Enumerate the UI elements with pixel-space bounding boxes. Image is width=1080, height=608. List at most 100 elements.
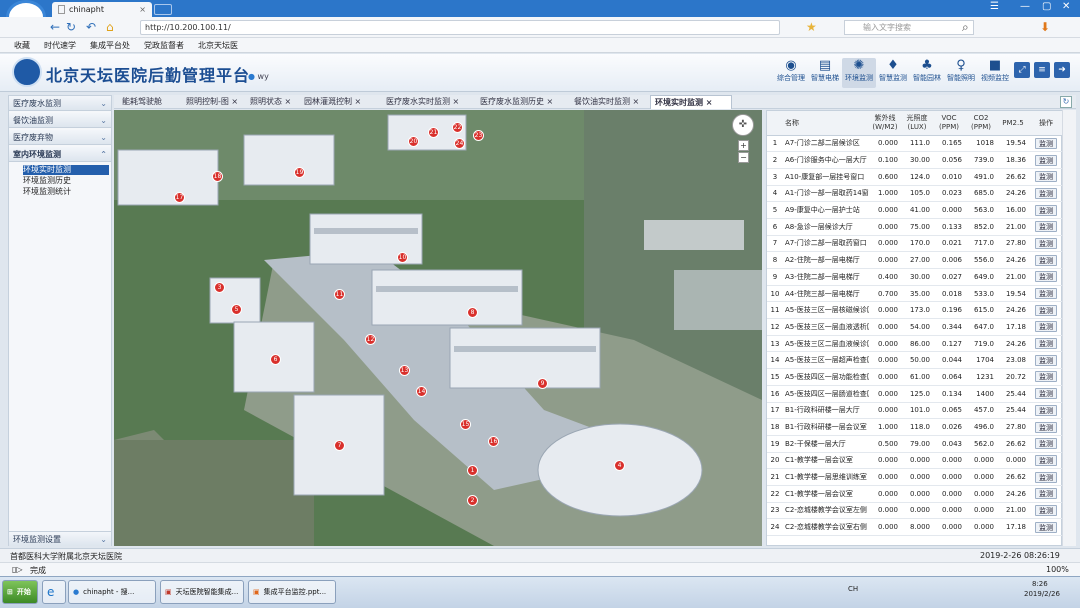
- zoom-level[interactable]: 100%: [1046, 565, 1069, 574]
- sidebar-group-wastewater[interactable]: 医疗废水监测 ⌄: [9, 96, 111, 111]
- table-row[interactable]: 11 A5-医技三区一层核磁候诊区 0.000 173.0 0.196 615.0 24.2…: [767, 301, 1063, 320]
- monitor-button[interactable]: 监测: [1035, 338, 1057, 350]
- table-scrollbar[interactable]: [1062, 110, 1076, 546]
- campus-map[interactable]: ✜ + − 1 2 3 4 5 6 7 8 9 10 11 12 13 14 1…: [114, 110, 762, 546]
- map-marker[interactable]: 11: [334, 289, 345, 300]
- ie-taskbar-icon[interactable]: e: [42, 580, 66, 604]
- home-icon[interactable]: ⌂: [106, 20, 114, 34]
- monitor-button[interactable]: 监测: [1035, 271, 1057, 283]
- monitor-button[interactable]: 监测: [1035, 471, 1057, 483]
- monitor-button[interactable]: 监测: [1035, 137, 1057, 149]
- download-icon[interactable]: ⬇: [1040, 20, 1050, 34]
- clock-date[interactable]: 2019/2/26: [1024, 590, 1060, 598]
- monitor-button[interactable]: 监测: [1035, 187, 1057, 199]
- minimize-icon[interactable]: —: [1020, 1, 1030, 12]
- start-button[interactable]: ⊞ 开始: [2, 580, 38, 604]
- monitor-button[interactable]: 监测: [1035, 171, 1057, 183]
- monitor-button[interactable]: 监测: [1035, 421, 1057, 433]
- tab-wastewater-history[interactable]: 医疗废水监测历史 ×: [476, 95, 566, 109]
- undo-icon[interactable]: ↶: [86, 20, 96, 34]
- column-header[interactable]: 紫外线 (W/M2): [869, 111, 901, 136]
- monitor-button[interactable]: 监测: [1035, 504, 1057, 516]
- logout-button[interactable]: ➜: [1054, 62, 1070, 78]
- nav-item-video[interactable]: ■ 视频监控: [978, 58, 1012, 83]
- close-tab-icon[interactable]: ×: [139, 5, 146, 14]
- column-header[interactable]: PM2.5: [997, 111, 1029, 136]
- map-marker[interactable]: 21: [428, 127, 439, 138]
- sidebar-group-medical-waste[interactable]: 医疗废弃物 ⌄: [9, 130, 111, 145]
- monitor-button[interactable]: 监测: [1035, 154, 1057, 166]
- search-input[interactable]: 输入文字搜索: [844, 20, 974, 35]
- table-row[interactable]: 1 A7-门诊二部二层候诊区 0.000 111.0 0.165 1018 19.54 监测: [767, 135, 1063, 153]
- bookmark-item[interactable]: 时代速学: [44, 40, 76, 51]
- monitor-button[interactable]: 监测: [1035, 454, 1057, 466]
- table-row[interactable]: 17 B1-行政科研楼一层大厅 0.000 101.0 0.065 457.0 25.44 监…: [767, 402, 1063, 420]
- map-marker[interactable]: 6: [270, 354, 281, 365]
- map-marker[interactable]: 7: [334, 440, 345, 451]
- zoom-in-button[interactable]: +: [738, 140, 749, 151]
- map-marker[interactable]: 1: [467, 465, 478, 476]
- table-row[interactable]: 18 B1-行政科研楼一层会议室 1.000 118.0 0.026 496.0 27.80…: [767, 418, 1063, 436]
- fullscreen-button[interactable]: ⤢: [1014, 62, 1030, 78]
- map-marker[interactable]: 3: [214, 282, 225, 293]
- column-header[interactable]: CO2 (PPM): [965, 111, 997, 136]
- language-indicator[interactable]: CH: [848, 585, 858, 593]
- menu-button[interactable]: ≡: [1034, 62, 1050, 78]
- tab-energy[interactable]: 能耗驾驶舱: [118, 95, 180, 109]
- map-marker[interactable]: 24: [454, 138, 465, 149]
- sidebar-item-history[interactable]: 环境监测历史: [23, 176, 109, 186]
- map-marker[interactable]: 8: [467, 307, 478, 318]
- table-row[interactable]: 6 A8-急诊一层候诊大厅 0.000 75.00 0.133 852.0 21.00 监测: [767, 218, 1063, 236]
- table-row[interactable]: 14 A5-医技三区一层超声检查区 0.000 50.00 0.044 1704 23.08…: [767, 351, 1063, 370]
- table-row[interactable]: 20 C1-教学楼一层会议室 0.000 0.000 0.000 0.000 0.000 监测: [767, 452, 1063, 470]
- new-tab-button[interactable]: [154, 4, 172, 15]
- bookmark-star-icon[interactable]: ★: [806, 20, 817, 34]
- table-row[interactable]: 12 A5-医技三区一层血液透析区 0.000 54.00 0.344 647.0 17.1…: [767, 318, 1063, 336]
- monitor-button[interactable]: 监测: [1035, 288, 1057, 300]
- sidebar-group-settings[interactable]: 环境监测设置 ⌄: [9, 531, 111, 546]
- bookmark-item[interactable]: 收藏: [14, 40, 30, 51]
- table-row[interactable]: 21 C1-教学楼一层思维训练室 0.000 0.000 0.000 0.000 26.62…: [767, 468, 1063, 486]
- table-row[interactable]: 10 A4-住院三部一层电梯厅 0.700 35.00 0.018 533.0 19.54 监…: [767, 285, 1063, 303]
- map-marker[interactable]: 5: [231, 304, 242, 315]
- monitor-button[interactable]: 监测: [1035, 404, 1057, 416]
- refresh-icon[interactable]: ↻: [1060, 96, 1072, 108]
- map-marker[interactable]: 19: [294, 167, 305, 178]
- table-row[interactable]: 16 A5-医技四区一层肠道检查区 0.000 125.0 0.134 1400 25.44…: [767, 385, 1063, 403]
- table-row[interactable]: 9 A3-住院二部一层电梯厅 0.400 30.00 0.027 649.0 21.00 监测: [767, 268, 1063, 286]
- taskbar-item-ppt[interactable]: ▣ 集成平台监控.ppt...: [248, 580, 336, 604]
- zoom-out-button[interactable]: −: [738, 152, 749, 163]
- table-row[interactable]: 5 A9-康复中心一层护士站 0.000 41.00 0.000 563.0 16.00 监测: [767, 201, 1063, 219]
- back-icon[interactable]: ←: [50, 20, 60, 34]
- monitor-button[interactable]: 监测: [1035, 304, 1057, 316]
- column-header[interactable]: VOC (PPM): [933, 111, 965, 136]
- map-marker[interactable]: 2: [467, 495, 478, 506]
- table-row[interactable]: 15 A5-医技四区一层功能检查区 0.000 61.00 0.064 1231 20.72…: [767, 368, 1063, 386]
- bookmark-item[interactable]: 集成平台处: [90, 40, 130, 51]
- map-marker[interactable]: 15: [460, 419, 471, 430]
- table-row[interactable]: 8 A2-住院一部一层电梯厅 0.000 27.00 0.006 556.0 24.26 监测: [767, 251, 1063, 269]
- table-row[interactable]: 13 A5-医技三区二层血液候诊区 0.000 86.00 0.127 719.0 24.2…: [767, 335, 1063, 353]
- monitor-button[interactable]: 监测: [1035, 254, 1057, 266]
- sidebar-item-statistics[interactable]: 环境监测统计: [23, 187, 109, 197]
- table-row[interactable]: 4 A1-门诊一部一层取药14窗口 1.000 105.0 0.023 685.0 24.2…: [767, 185, 1063, 203]
- nav-item-garden[interactable]: ♣ 智能园林: [910, 58, 944, 83]
- nav-item-lighting[interactable]: ♀ 智能照明: [944, 58, 978, 83]
- maximize-icon[interactable]: ▢: [1042, 1, 1051, 12]
- monitor-button[interactable]: 监测: [1035, 237, 1057, 249]
- close-window-icon[interactable]: ✕: [1062, 1, 1070, 12]
- sidebar-group-oil[interactable]: 餐饮油监测 ⌄: [9, 113, 111, 128]
- table-row[interactable]: 3 A10-康复部一层挂号窗口 0.600 124.0 0.010 491.0 26.62 监…: [767, 168, 1063, 186]
- taskbar-item-doc[interactable]: ▣ 天坛医院智能集成...: [160, 580, 244, 604]
- tab-env-realtime[interactable]: 环境实时监测 ×: [650, 95, 732, 109]
- tab-lighting-control[interactable]: 照明控制-图 ×: [182, 95, 242, 109]
- map-marker[interactable]: 14: [416, 386, 427, 397]
- table-row[interactable]: 24 C2-恋城楼教学会议室右侧 0.000 8.000 0.000 0.000 17.18…: [767, 518, 1063, 536]
- table-row[interactable]: 7 A7-门诊二部一层取药窗口 0.000 170.0 0.021 717.0 27.80 监…: [767, 235, 1063, 253]
- reload-icon[interactable]: ↻: [66, 20, 76, 34]
- taskbar-item-browser[interactable]: ● chinapht - 搜...: [68, 580, 156, 604]
- bookmark-item[interactable]: 党政监督者: [144, 40, 184, 51]
- clock-time[interactable]: 8:26: [1032, 580, 1048, 588]
- map-marker[interactable]: 9: [537, 378, 548, 389]
- tab-lighting-status[interactable]: 照明状态 ×: [246, 95, 298, 109]
